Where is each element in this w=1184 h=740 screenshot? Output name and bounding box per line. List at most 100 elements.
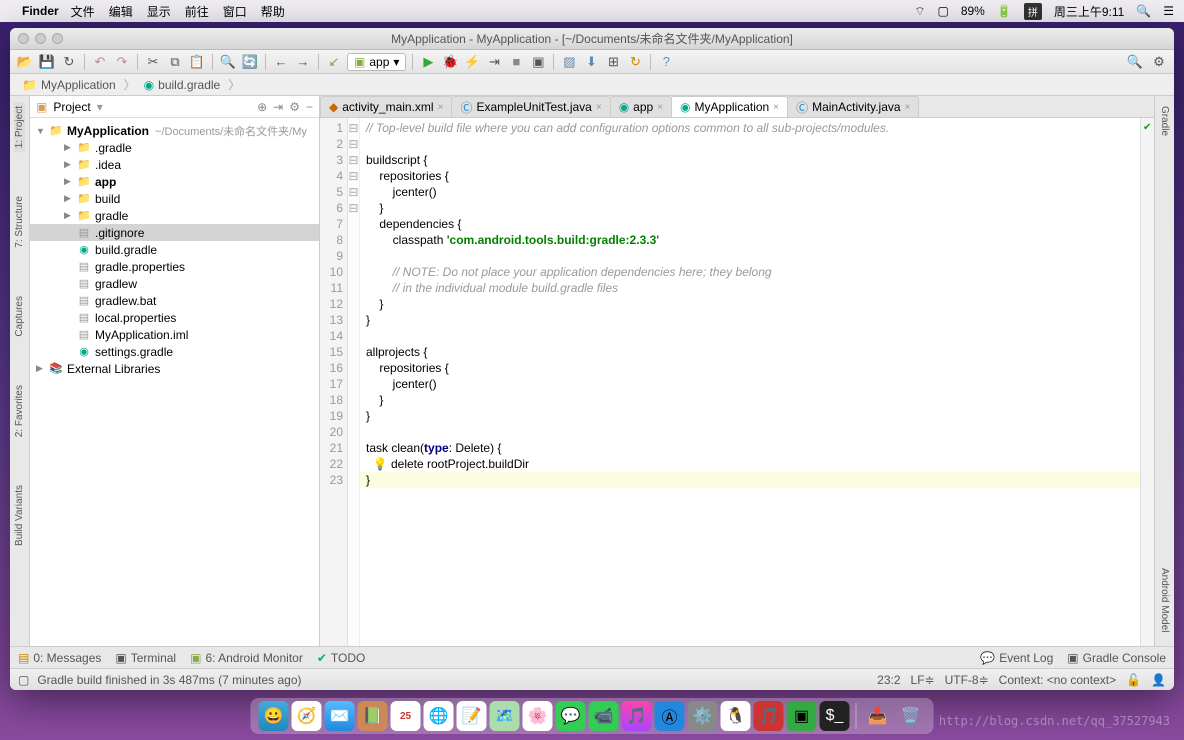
gradle-console-button[interactable]: ▣Gradle Console (1067, 651, 1166, 665)
itunes-app-icon[interactable]: 🎵 (622, 701, 652, 731)
editor-body[interactable]: 1234567891011121314151617181920212223 ⊟⊟… (320, 118, 1154, 646)
cursor-position[interactable]: 23:2 (877, 673, 900, 687)
menu-icon[interactable]: ☰ (1163, 4, 1174, 18)
make-icon[interactable]: ↙ (325, 53, 343, 71)
ime-indicator[interactable]: 拼 (1024, 3, 1042, 20)
sync-icon[interactable]: ↻ (60, 53, 78, 71)
appstore-app-icon[interactable]: Ⓐ (655, 701, 685, 731)
hide-icon[interactable]: − (306, 100, 313, 114)
inspection-gutter[interactable]: ✔ (1140, 118, 1154, 646)
profile-icon[interactable]: ⚡ (463, 53, 481, 71)
menu-help[interactable]: 帮助 (261, 3, 285, 20)
settings-icon[interactable]: ⚙ (1150, 53, 1168, 71)
tree-item[interactable]: ▤.gitignore (30, 224, 319, 241)
tree-item[interactable]: ▶📁build (30, 190, 319, 207)
tree-item[interactable]: ▤gradle.properties (30, 258, 319, 275)
chrome-app-icon[interactable]: 🌐 (424, 701, 454, 731)
tool-tab-favorites[interactable]: 2: Favorites (14, 381, 25, 441)
tool-tab-build-variants[interactable]: Build Variants (14, 481, 25, 550)
open-icon[interactable]: 📂 (16, 53, 34, 71)
wifi-icon[interactable]: ⌔ (914, 4, 925, 19)
file-encoding[interactable]: UTF-8≑ (945, 673, 989, 687)
menu-window[interactable]: 窗口 (223, 3, 247, 20)
tool-tab-gradle[interactable]: Gradle (1159, 102, 1170, 140)
collapse-icon[interactable]: ⇥ (273, 100, 283, 114)
line-separator[interactable]: LF≑ (911, 673, 935, 687)
maps-app-icon[interactable]: 🗺️ (490, 701, 520, 731)
search-everywhere-icon[interactable]: 🔍 (1126, 53, 1144, 71)
finder-app-name[interactable]: Finder (22, 4, 59, 18)
preferences-app-icon[interactable]: ⚙️ (688, 701, 718, 731)
debug-icon[interactable]: 🐞 (441, 53, 459, 71)
find-icon[interactable]: 🔍 (219, 53, 237, 71)
context-indicator[interactable]: Context: <no context> (999, 673, 1116, 687)
tree-item[interactable]: ◉build.gradle (30, 241, 319, 258)
close-tab-icon[interactable]: × (905, 102, 911, 113)
close-tab-icon[interactable]: × (657, 102, 663, 113)
replace-icon[interactable]: 🔄 (241, 53, 259, 71)
android-studio-app-icon[interactable]: ▣ (787, 701, 817, 731)
safari-app-icon[interactable]: 🧭 (292, 701, 322, 731)
run-config-select[interactable]: ▣ app ▾ (347, 53, 406, 71)
todo-button[interactable]: ✔TODO (317, 651, 366, 665)
tree-item[interactable]: ▤MyApplication.iml (30, 326, 319, 343)
downloads-icon[interactable]: 📥 (863, 701, 893, 731)
tool-tab-android-model[interactable]: Android Model (1159, 564, 1170, 636)
mail-app-icon[interactable]: ✉️ (325, 701, 355, 731)
tree-item[interactable]: ▶📁.gradle (30, 139, 319, 156)
editor-tab[interactable]: ◆activity_main.xml× (320, 96, 452, 117)
tree-item[interactable]: ◉settings.gradle (30, 343, 319, 360)
undo-icon[interactable]: ↶ (91, 53, 109, 71)
tree-item[interactable]: ▶📁app (30, 173, 319, 190)
back-icon[interactable]: ← (272, 53, 290, 71)
inspections-icon[interactable]: 👤 (1151, 673, 1166, 687)
attach-icon[interactable]: ⇥ (485, 53, 503, 71)
redo-icon[interactable]: ↷ (113, 53, 131, 71)
breadcrumb-root[interactable]: 📁MyApplication (18, 78, 120, 92)
tool-tab-captures[interactable]: Captures (14, 292, 25, 341)
project-panel-title[interactable]: Project (53, 100, 90, 114)
close-tab-icon[interactable]: × (438, 102, 444, 113)
messages-app-icon[interactable]: 💬 (556, 701, 586, 731)
avd-icon[interactable]: ▨ (560, 53, 578, 71)
sync-gradle-icon[interactable]: ↻ (626, 53, 644, 71)
close-tab-icon[interactable]: × (773, 102, 779, 113)
forward-icon[interactable]: → (294, 53, 312, 71)
menu-view[interactable]: 显示 (147, 3, 171, 20)
airplay-icon[interactable]: ▢ (937, 4, 948, 18)
save-icon[interactable]: 💾 (38, 53, 56, 71)
terminal-button[interactable]: ▣Terminal (115, 651, 176, 665)
event-log-button[interactable]: 💬Event Log (980, 651, 1053, 665)
editor-tab[interactable]: ⒸMainActivity.java× (787, 96, 919, 117)
tree-root[interactable]: ▼ 📁 MyApplication ~/Documents/未命名文件夹/My (30, 122, 319, 139)
reminders-app-icon[interactable]: 📝 (457, 701, 487, 731)
tree-item[interactable]: ▤gradlew (30, 275, 319, 292)
help-icon[interactable]: ? (657, 53, 675, 71)
tool-tab-structure[interactable]: 7: Structure (14, 192, 25, 252)
spotlight-icon[interactable]: 🔍 (1136, 4, 1151, 18)
coverage-icon[interactable]: ▣ (529, 53, 547, 71)
stop-icon[interactable]: ■ (507, 53, 525, 71)
cut-icon[interactable]: ✂ (144, 53, 162, 71)
tree-item[interactable]: ▤gradlew.bat (30, 292, 319, 309)
code-editor[interactable]: // Top-level build file where you can ad… (360, 118, 1140, 646)
copy-icon[interactable]: ⧉ (166, 53, 184, 71)
editor-tab[interactable]: ◉app× (610, 96, 672, 117)
tool-tab-project[interactable]: 1: Project (14, 102, 25, 152)
status-window-icon[interactable]: ▢ (18, 673, 29, 687)
editor-tab[interactable]: ⒸExampleUnitTest.java× (451, 96, 610, 117)
facetime-app-icon[interactable]: 📹 (589, 701, 619, 731)
target-icon[interactable]: ⊕ (257, 100, 267, 114)
messages-button[interactable]: ▤0: Messages (18, 651, 101, 665)
photos-app-icon[interactable]: 🌸 (523, 701, 553, 731)
contacts-app-icon[interactable]: 📗 (358, 701, 388, 731)
dropdown-icon[interactable]: ▾ (97, 100, 103, 114)
structure-icon[interactable]: ⊞ (604, 53, 622, 71)
menu-go[interactable]: 前往 (185, 3, 209, 20)
sdk-icon[interactable]: ⬇ (582, 53, 600, 71)
tree-item[interactable]: ▶📁.idea (30, 156, 319, 173)
close-tab-icon[interactable]: × (596, 102, 602, 113)
dock[interactable]: 😀 🧭 ✉️ 📗 25 🌐 📝 🗺️ 🌸 💬 📹 🎵 Ⓐ ⚙️ 🐧 🎵 ▣ $_… (251, 698, 934, 734)
android-monitor-button[interactable]: ▣6: Android Monitor (190, 651, 303, 665)
editor-tab[interactable]: ◉MyApplication× (671, 96, 788, 117)
